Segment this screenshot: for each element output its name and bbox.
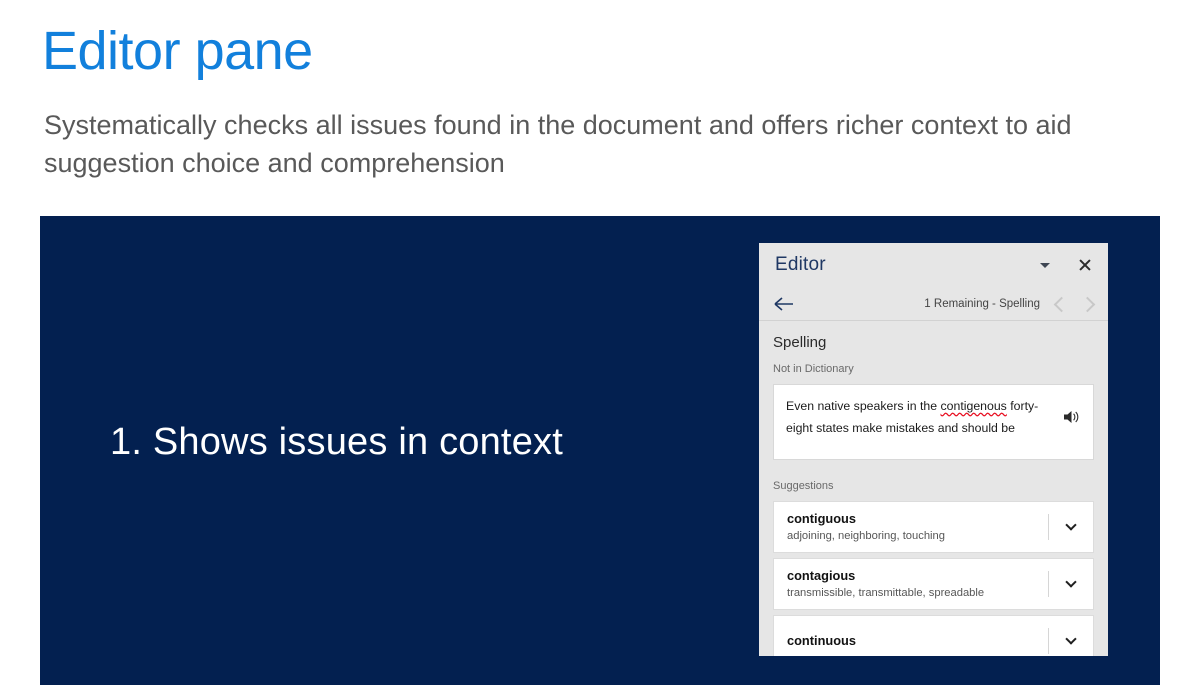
suggestion-word: contiguous <box>787 510 856 526</box>
chevron-down-icon[interactable] <box>1049 633 1093 645</box>
suggestion-word: continuous <box>787 632 856 648</box>
content-panel: 1. Shows issues in context Editor 1 Rema… <box>40 216 1160 685</box>
suggestion-synonyms: adjoining, neighboring, touching <box>787 530 945 543</box>
suggestion-texts: continuous <box>787 632 1048 650</box>
remaining-status: 1 Remaining - Spelling <box>924 298 1040 310</box>
page-title: Editor pane <box>42 21 313 81</box>
editor-pane-body: Spelling Not in Dictionary Even native s… <box>759 334 1108 656</box>
section-title-spelling: Spelling <box>773 334 827 351</box>
editor-nav-row: 1 Remaining - Spelling <box>759 287 1108 321</box>
editor-pane-header-actions <box>1036 243 1094 287</box>
context-card[interactable]: Even native speakers in the contigenous … <box>773 384 1094 460</box>
suggestions-label: Suggestions <box>773 480 834 492</box>
suggestion-item[interactable]: continuous <box>773 615 1094 656</box>
callout-heading: 1. Shows issues in context <box>110 421 563 463</box>
close-icon[interactable] <box>1076 256 1094 274</box>
chevron-right-icon[interactable] <box>1078 295 1096 313</box>
editor-nav-controls: 1 Remaining - Spelling <box>924 287 1096 321</box>
editor-pane-title: Editor <box>775 254 826 275</box>
context-sentence: Even native speakers in the contigenous … <box>786 395 1061 440</box>
suggestion-word: contagious <box>787 567 856 583</box>
suggestion-texts: contiguous adjoining, neighboring, touch… <box>787 510 1048 545</box>
page-subtitle: Systematically checks all issues found i… <box>44 110 1072 179</box>
suggestion-item[interactable]: contiguous adjoining, neighboring, touch… <box>773 501 1094 553</box>
chevron-down-icon[interactable] <box>1049 576 1093 588</box>
not-in-dictionary-label: Not in Dictionary <box>773 363 854 375</box>
suggestion-texts: contagious transmissible, transmittable,… <box>787 567 1048 602</box>
misspelled-word[interactable]: contigenous <box>941 399 1007 413</box>
back-arrow-icon[interactable] <box>773 295 795 313</box>
chevron-left-icon[interactable] <box>1052 295 1070 313</box>
speaker-icon[interactable] <box>1061 407 1081 427</box>
editor-pane: Editor 1 Remaining - Spelling Spelling N <box>759 243 1108 656</box>
caret-down-icon[interactable] <box>1036 256 1054 274</box>
chevron-down-icon[interactable] <box>1049 519 1093 531</box>
suggestion-item[interactable]: contagious transmissible, transmittable,… <box>773 558 1094 610</box>
editor-pane-header: Editor <box>759 243 1108 287</box>
suggestion-synonyms: transmissible, transmittable, spreadable <box>787 587 985 600</box>
context-before: Even native speakers in the <box>786 399 941 413</box>
